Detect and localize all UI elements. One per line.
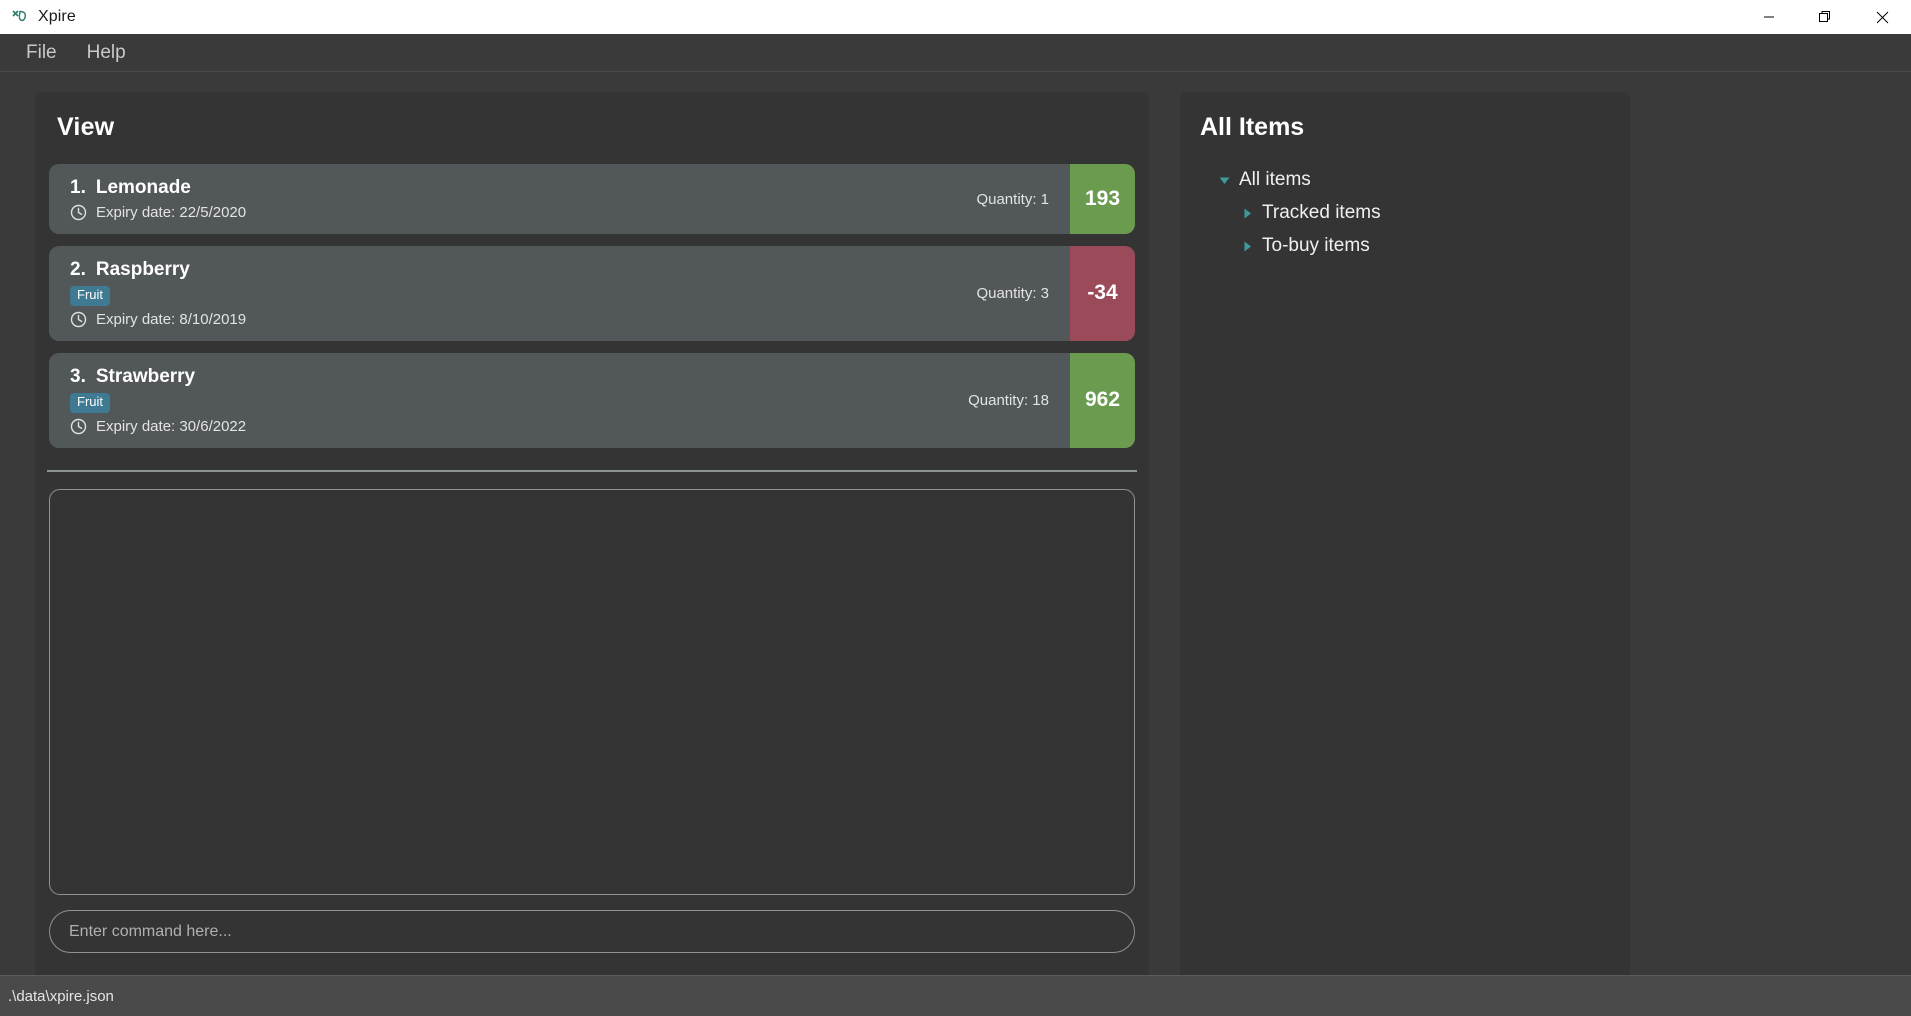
item-card[interactable]: 2. Raspberry Fruit Expiry date: 8/10/201… bbox=[49, 246, 1135, 341]
view-panel: View 1. Lemonade Expiry date: 22/5/2020 … bbox=[35, 92, 1149, 975]
item-list: 1. Lemonade Expiry date: 22/5/2020 Quant… bbox=[49, 164, 1135, 448]
item-index: 2. bbox=[70, 259, 86, 280]
view-panel-title: View bbox=[57, 113, 115, 141]
item-quantity: Quantity: 3 bbox=[976, 284, 1049, 302]
item-name: Lemonade bbox=[95, 177, 191, 198]
status-bar: .\data\xpire.json bbox=[0, 975, 1911, 1016]
item-expiry-date: Expiry date: 22/5/2020 bbox=[96, 204, 247, 221]
triangle-right-icon bbox=[1244, 208, 1251, 218]
clock-icon bbox=[70, 418, 87, 435]
tree-node-label: All items bbox=[1239, 169, 1311, 190]
item-expiry-row: Expiry date: 22/5/2020 bbox=[70, 204, 976, 221]
main-body: View 1. Lemonade Expiry date: 22/5/2020 … bbox=[0, 72, 1911, 975]
tree-node-label: Tracked items bbox=[1262, 202, 1381, 223]
item-headline: 3. Strawberry bbox=[70, 366, 968, 388]
tree-node-all-items[interactable]: All items bbox=[1180, 167, 1630, 193]
all-items-panel-title: All Items bbox=[1200, 113, 1305, 141]
minimize-button[interactable] bbox=[1740, 0, 1797, 34]
close-icon bbox=[1876, 11, 1889, 23]
menu-bar: File Help bbox=[0, 34, 1911, 72]
item-card[interactable]: 1. Lemonade Expiry date: 22/5/2020 Quant… bbox=[49, 164, 1135, 234]
item-expiry-row: Expiry date: 30/6/2022 bbox=[70, 418, 968, 435]
item-quantity: Quantity: 18 bbox=[968, 391, 1049, 409]
tree-node-to-buy-items[interactable]: To-buy items bbox=[1180, 233, 1630, 259]
menu-item-help[interactable]: Help bbox=[72, 38, 141, 68]
triangle-right-icon bbox=[1244, 241, 1251, 251]
restore-button[interactable] bbox=[1797, 0, 1854, 34]
restore-icon bbox=[1819, 10, 1830, 22]
items-tree: All items Tracked items To-buy items bbox=[1180, 167, 1630, 259]
xpire-leaf-icon bbox=[11, 9, 28, 26]
item-quantity: Quantity: 1 bbox=[976, 190, 1049, 208]
triangle-down-icon bbox=[1219, 177, 1230, 184]
clock-icon bbox=[70, 311, 87, 328]
item-tag: Fruit bbox=[70, 286, 110, 306]
item-name: Raspberry bbox=[95, 259, 190, 280]
item-details: 3. Strawberry Fruit Expiry date: 30/6/20… bbox=[49, 353, 968, 448]
item-details: 2. Raspberry Fruit Expiry date: 8/10/201… bbox=[49, 246, 976, 341]
item-headline: 2. Raspberry bbox=[70, 259, 976, 281]
title-bar: Xpire bbox=[0, 0, 1911, 34]
item-index: 3. bbox=[70, 365, 86, 387]
item-card[interactable]: 3. Strawberry Fruit Expiry date: 30/6/20… bbox=[49, 352, 1135, 448]
title-bar-left: Xpire bbox=[0, 8, 76, 26]
all-items-panel: All Items All items Tracked items To-buy… bbox=[1180, 92, 1630, 975]
item-expiry-date: Expiry date: 30/6/2022 bbox=[96, 417, 247, 435]
item-tag-row: Fruit bbox=[70, 392, 968, 413]
status-file-path: .\data\xpire.json bbox=[8, 987, 114, 1005]
item-expiry-date: Expiry date: 8/10/2019 bbox=[96, 310, 247, 328]
item-index: 1. bbox=[70, 177, 86, 198]
item-tag-row: Fruit bbox=[70, 286, 976, 306]
tree-node-tracked-items[interactable]: Tracked items bbox=[1180, 200, 1630, 226]
item-badge: 193 bbox=[1070, 164, 1135, 234]
tree-node-label: To-buy items bbox=[1262, 235, 1370, 256]
window-controls bbox=[1740, 0, 1911, 34]
command-input[interactable] bbox=[49, 910, 1135, 953]
item-details: 1. Lemonade Expiry date: 22/5/2020 bbox=[49, 164, 976, 234]
item-badge: 962 bbox=[1070, 352, 1135, 448]
clock-icon bbox=[70, 204, 87, 221]
app-window: Xpire File Help View 1. Lemonade Expiry … bbox=[0, 0, 1911, 1016]
app-title: Xpire bbox=[38, 8, 76, 25]
close-button[interactable] bbox=[1854, 0, 1911, 34]
item-tag: Fruit bbox=[70, 392, 110, 413]
item-name: Strawberry bbox=[95, 365, 196, 387]
item-badge: -34 bbox=[1070, 246, 1135, 341]
minimize-icon bbox=[1763, 16, 1774, 18]
menu-item-file[interactable]: File bbox=[11, 38, 72, 68]
result-display-box bbox=[49, 488, 1135, 895]
item-headline: 1. Lemonade bbox=[70, 177, 976, 199]
item-expiry-row: Expiry date: 8/10/2019 bbox=[70, 311, 976, 328]
panel-divider bbox=[47, 469, 1137, 472]
